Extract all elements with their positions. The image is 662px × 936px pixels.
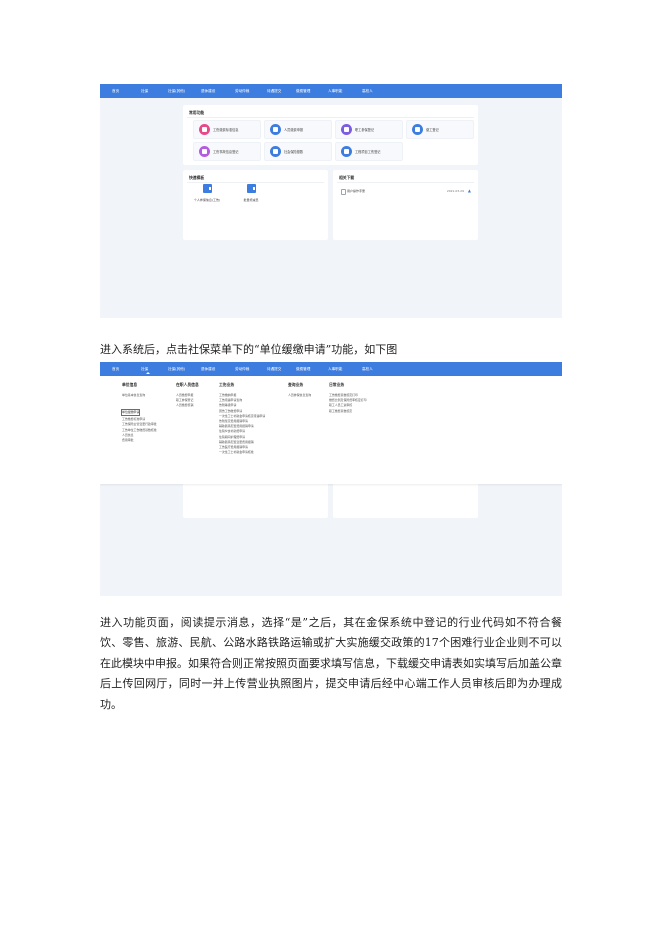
menu-item[interactable]: 工伤单位工伤缴费基数核准	[122, 428, 157, 433]
nav-item-hr[interactable]: 人事职能	[328, 362, 342, 376]
nav-item-benefit[interactable]: 待遇提交	[267, 362, 281, 376]
screenshot-home: 首页 社保 社保(其他) 退休建设 劳动仲裁 待遇提交 缴费管理 人事职能 高校…	[100, 84, 562, 318]
menu-column-query: 查询业务 人员参保信息查询	[288, 382, 311, 398]
tile-work-register[interactable]: 缴工登记	[406, 120, 474, 139]
nav-item-home[interactable]: 首页	[112, 362, 119, 376]
menu-column-daily: 日常业务 工伤缴费基数核定打印 缴费比例及保险费率核定打印 职工人员工资审核 职…	[329, 382, 367, 414]
tile-label: 工伤缴费标准信息	[213, 128, 239, 132]
divider	[187, 117, 474, 118]
menu-column-head: 在职人员信息	[176, 382, 199, 387]
menu-column-head: 查询业务	[288, 382, 304, 387]
divider	[187, 182, 324, 183]
download-panel: 相关下载 用户操作手册 2021.03.29 ▲	[333, 170, 478, 240]
common-functions-title: 常用功能	[189, 110, 205, 115]
wallet-icon	[202, 184, 212, 193]
menu-item[interactable]: 人员缴费核销	[176, 403, 199, 408]
tile-employee-register[interactable]: 职工参保登记	[335, 120, 403, 139]
file-icon	[341, 189, 346, 195]
background-panel-right	[333, 480, 478, 518]
document-icon	[199, 124, 210, 135]
nav-item-college[interactable]: 高校人	[362, 362, 373, 376]
nav-item-home[interactable]: 首页	[112, 84, 119, 98]
menu-column-staff: 在职人员信息 人员缴费申报 职工参保登记 人员缴费核销	[176, 382, 199, 409]
nav-item-hr[interactable]: 人事职能	[328, 84, 342, 98]
menu-item[interactable]: 职工缴费基数核定	[329, 409, 367, 414]
background-panel-left	[183, 480, 328, 518]
nav-item-payment[interactable]: 缴费管理	[296, 84, 310, 98]
nav-item-social-other[interactable]: 社保(其他)	[168, 84, 185, 98]
nav-item-college[interactable]: 高校人	[362, 84, 373, 98]
briefcase-icon	[412, 124, 423, 135]
active-caret-icon	[146, 372, 150, 374]
menu-column-head: 工伤业务	[219, 382, 235, 387]
tile-label: 职工参保登记	[355, 128, 375, 132]
tile-injury-standard[interactable]: 工伤缴费标准信息	[193, 120, 261, 139]
menu-item[interactable]: 工伤保险主管变更行政审批	[122, 422, 157, 427]
instruction-paragraph: 进入功能页面，阅读提示消息，选择“是”之后，其在金保系统中登记的行业代码如不符合…	[100, 616, 562, 711]
tile-personnel-declare[interactable]: 人员缴费申报	[264, 120, 332, 139]
tile-project-register[interactable]: 工程项目工伤登记	[335, 142, 403, 161]
nav-item-benefit[interactable]: 待遇提交	[267, 84, 281, 98]
quick-item-label: 批量增减员	[243, 198, 259, 202]
tile-accident-register[interactable]: 工伤事故信息登记	[193, 142, 261, 161]
user-icon	[270, 124, 281, 135]
menu-item[interactable]: 费用审批	[122, 438, 157, 443]
menu-column-head: 单位信息	[122, 382, 138, 387]
top-nav-bar: 首页 社保 社保(其他) 退休建设 劳动仲裁 待遇提交 缴费管理 人事职能 高校…	[100, 84, 562, 98]
quick-item-label: 个人参保信息(工伤)	[193, 198, 221, 202]
building-icon	[341, 146, 352, 157]
nav-item-social-other[interactable]: 社保(其他)	[168, 362, 185, 376]
quick-item-personal[interactable]: 个人参保信息(工伤)	[192, 184, 222, 202]
nav-item-social-security[interactable]: 社保	[141, 84, 148, 98]
id-card-icon	[341, 124, 352, 135]
menu-column-injury: 工伤业务 工伤缴纳申报 工伤待遇申请查询 伤残等级申请 因伤工伤缴费申请 一次性…	[219, 382, 265, 455]
alert-icon	[199, 146, 210, 157]
menu-item-unit-deferral-highlighted[interactable]: 单位缓缴申请	[120, 409, 141, 417]
tile-base-amount[interactable]: 社会保险基数	[264, 142, 332, 161]
quick-template-title: 快速模板	[189, 175, 205, 180]
wallet-icon	[246, 184, 256, 193]
menu-item[interactable]: 一次性工亡补助金申请核准	[219, 450, 265, 455]
tile-label: 缴工登记	[426, 128, 439, 132]
nav-item-payment[interactable]: 缴费管理	[296, 362, 310, 376]
tile-label: 人员缴费申报	[284, 128, 304, 132]
nav-item-retire[interactable]: 退休建设	[201, 84, 215, 98]
tile-label: 社会保险基数	[284, 150, 304, 154]
quick-template-panel: 快速模板 个人参保信息(工伤) 批量增减员	[183, 170, 328, 240]
nav-item-arbitration[interactable]: 劳动仲裁	[235, 84, 249, 98]
common-functions-panel: 常用功能 工伤缴费标准信息 人员缴费申报 职工参保登记 缴工登记 工伤事故信息登…	[183, 105, 478, 165]
menu-column-unit: 单位信息 单位基本信息查询 单位缓缴申请 工伤缴费标准申请 工伤保险主管变更行政…	[120, 382, 157, 443]
nav-item-arbitration[interactable]: 劳动仲裁	[235, 362, 249, 376]
quick-item-batch[interactable]: 批量增减员	[236, 184, 266, 202]
download-name: 用户操作手册	[347, 189, 366, 193]
menu-column-head: 日常业务	[329, 382, 345, 387]
download-row[interactable]: 用户操作手册 2021.03.29 ▲	[341, 189, 472, 195]
divider	[337, 182, 474, 183]
tile-label: 工程项目工伤登记	[355, 150, 381, 154]
download-icon[interactable]: ▲	[468, 189, 471, 193]
caption-step: 进入系统后，点击社保菜单下的“单位缓缴申请”功能，如下图	[100, 343, 398, 356]
chart-icon	[270, 146, 281, 157]
social-security-mega-menu: 单位信息 单位基本信息查询 单位缓缴申请 工伤缴费标准申请 工伤保险主管变更行政…	[100, 376, 562, 484]
nav-item-retire[interactable]: 退休建设	[201, 362, 215, 376]
menu-item[interactable]: 人员参保信息查询	[288, 393, 311, 398]
top-nav-bar: 首页 社保 社保(其他) 退休建设 劳动仲裁 待遇提交 缴费管理 人事职能 高校…	[100, 362, 562, 376]
tile-label: 工伤事故信息登记	[213, 150, 239, 154]
download-title: 相关下载	[339, 175, 355, 180]
screenshot-menu: 首页 社保 社保(其他) 退休建设 劳动仲裁 待遇提交 缴费管理 人事职能 高校…	[100, 362, 562, 596]
download-date: 2021.03.29	[446, 189, 464, 193]
